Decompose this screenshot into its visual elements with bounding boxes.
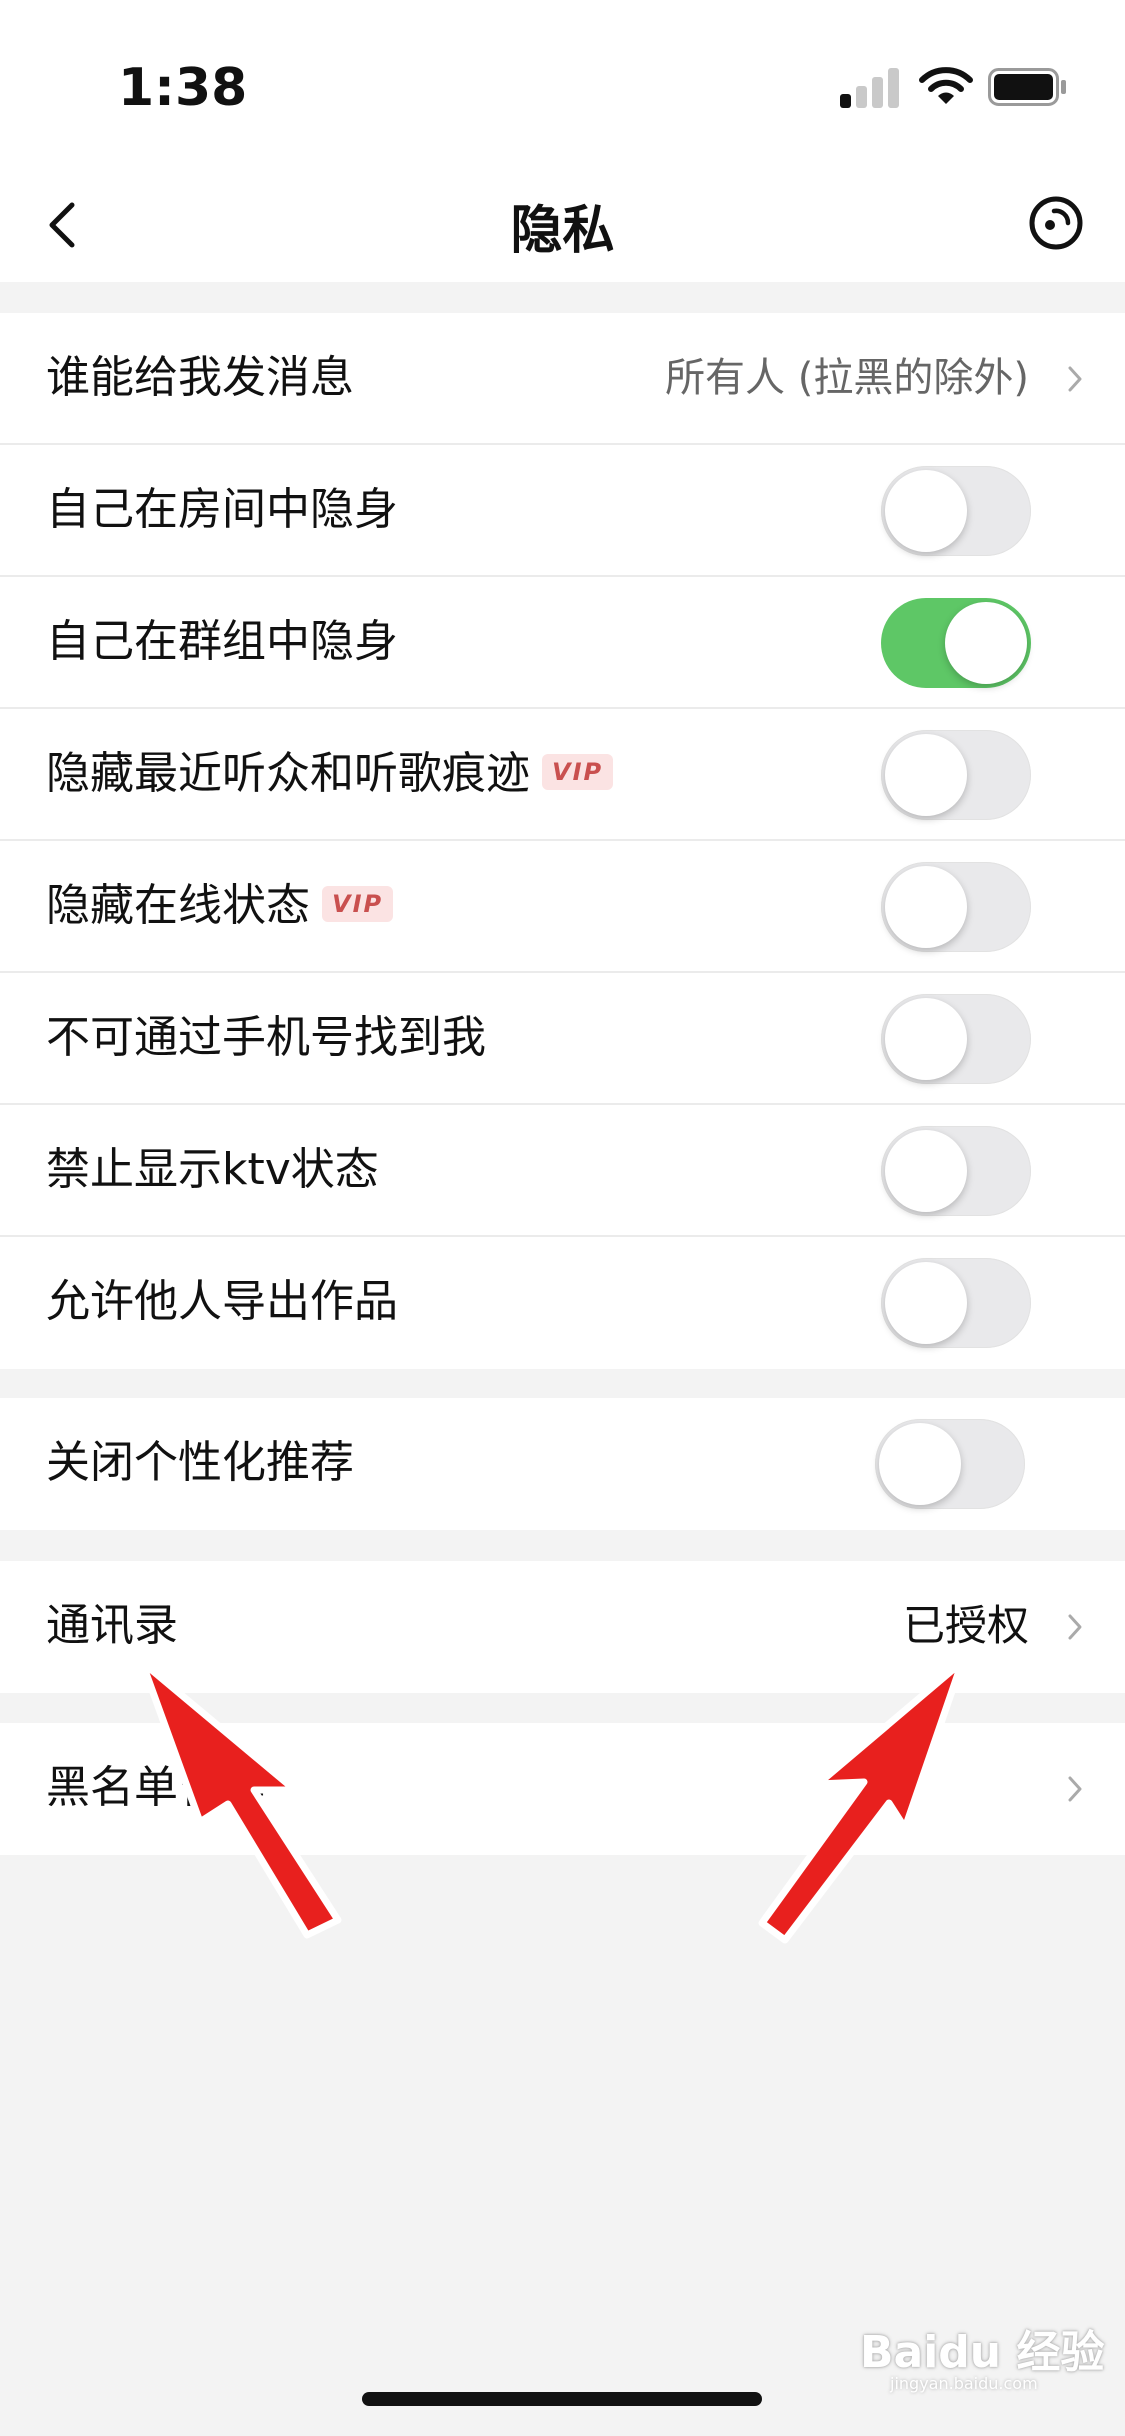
row-label: 不可通过手机号找到我	[46, 1012, 486, 1063]
hide-ktv-status-row: 禁止显示ktv状态	[0, 1105, 1125, 1237]
toggle-knob	[885, 470, 967, 552]
hide-in-room-toggle[interactable]	[881, 466, 1031, 556]
row-value: 所有人 (拉黑的除外)	[665, 355, 1029, 401]
toggle-knob	[885, 1130, 967, 1212]
record-icon[interactable]	[1024, 188, 1088, 258]
no-phone-search-toggle[interactable]	[881, 994, 1031, 1084]
allow-export-works-row: 允许他人导出作品	[0, 1237, 1125, 1369]
row-label-text: 隐藏最近听众和听歌痕迹	[46, 748, 530, 799]
toggle-knob	[885, 866, 967, 948]
toggle-knob	[885, 998, 967, 1080]
wifi-icon	[919, 67, 973, 104]
row-label: 隐藏最近听众和听歌痕迹 VIP	[46, 709, 614, 839]
battery-icon	[988, 68, 1066, 106]
contacts-row[interactable]: 通讯录 已授权	[0, 1561, 1125, 1693]
toggle-knob	[945, 602, 1027, 684]
recommendation-group: 关闭个性化推荐	[0, 1398, 1125, 1530]
privacy-settings-group: 谁能给我发消息 所有人 (拉黑的除外) 自己在房间中隐身 自己在群组中隐身 隐藏…	[0, 313, 1125, 1369]
home-indicator	[362, 2392, 762, 2406]
hide-in-group-row: 自己在群组中隐身	[0, 577, 1125, 709]
disable-personalized-row: 关闭个性化推荐	[0, 1398, 1125, 1530]
status-bar: 1:38	[0, 0, 1125, 170]
hide-in-group-toggle[interactable]	[881, 598, 1031, 688]
hide-in-room-row: 自己在房间中隐身	[0, 445, 1125, 577]
hide-recent-listeners-row: 隐藏最近听众和听歌痕迹 VIP	[0, 709, 1125, 841]
hide-ktv-status-toggle[interactable]	[881, 1126, 1031, 1216]
row-label: 通讯录	[46, 1600, 178, 1651]
row-label: 黑名单管理	[46, 1762, 266, 1813]
row-label: 自己在群组中隐身	[46, 616, 398, 667]
chevron-right-icon	[1068, 1776, 1082, 1802]
navigation-bar: 隐私	[0, 170, 1125, 282]
privacy-screen: 1:38 隐私 谁能给我发消息 所有人 (拉黑的除外) 自己在房间中隐身 自己在…	[0, 0, 1125, 2436]
hide-online-status-toggle[interactable]	[881, 862, 1031, 952]
baidu-watermark: Baidu 经验 jingyan.baidu.com	[860, 2290, 1110, 2400]
vip-badge: VIP	[322, 886, 394, 922]
allow-export-works-toggle[interactable]	[881, 1258, 1031, 1348]
cellular-signal-icon	[840, 64, 900, 108]
blacklist-row[interactable]: 黑名单管理	[0, 1723, 1125, 1855]
hide-recent-listeners-toggle[interactable]	[881, 730, 1031, 820]
chevron-right-icon	[1068, 366, 1082, 392]
hide-online-status-row: 隐藏在线状态 VIP	[0, 841, 1125, 973]
row-label: 关闭个性化推荐	[46, 1437, 354, 1488]
row-label: 隐藏在线状态 VIP	[46, 841, 394, 971]
row-label: 自己在房间中隐身	[46, 484, 398, 535]
contacts-group: 通讯录 已授权	[0, 1561, 1125, 1693]
blacklist-group: 黑名单管理	[0, 1723, 1125, 1855]
no-phone-search-row: 不可通过手机号找到我	[0, 973, 1125, 1105]
status-time: 1:38	[118, 58, 248, 118]
row-label: 谁能给我发消息	[46, 352, 354, 403]
chevron-right-icon	[1068, 1614, 1082, 1640]
who-can-message-row[interactable]: 谁能给我发消息 所有人 (拉黑的除外)	[0, 313, 1125, 445]
toggle-knob	[885, 734, 967, 816]
row-label-text: 隐藏在线状态	[46, 880, 310, 931]
watermark-subtext: jingyan.baidu.com	[890, 2374, 1038, 2393]
disable-personalized-toggle[interactable]	[875, 1419, 1025, 1509]
toggle-knob	[879, 1423, 961, 1505]
page-title: 隐私	[510, 201, 615, 261]
toggle-knob	[885, 1262, 967, 1344]
row-value: 已授权	[902, 1601, 1029, 1650]
row-label: 禁止显示ktv状态	[46, 1144, 379, 1195]
watermark-text: Baidu 经验	[860, 2327, 1105, 2378]
row-label: 允许他人导出作品	[46, 1276, 398, 1327]
vip-badge: VIP	[542, 754, 614, 790]
